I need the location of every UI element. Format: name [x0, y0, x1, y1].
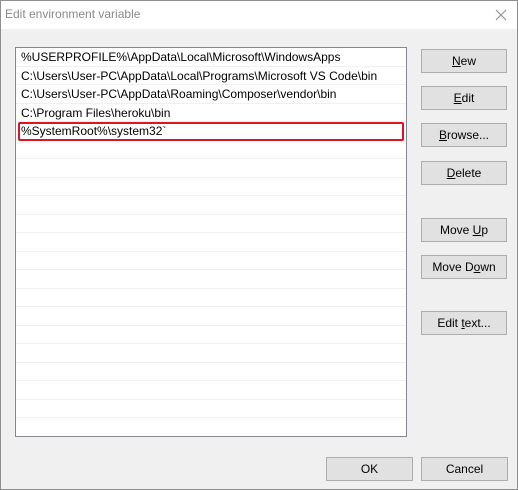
empty-row[interactable]	[16, 344, 406, 363]
empty-row[interactable]	[16, 289, 406, 307]
title-bar: Edit environment variable	[1, 1, 517, 29]
edit-button-label-post: dit	[461, 91, 475, 105]
edit-text-button[interactable]: Edit text...	[421, 311, 507, 335]
empty-row[interactable]	[16, 141, 406, 159]
move-down-button-label-post: wn	[480, 260, 496, 274]
empty-row[interactable]	[16, 215, 406, 233]
close-button[interactable]	[485, 1, 517, 29]
empty-row[interactable]	[16, 159, 406, 178]
edit-text-button-label-post: ext...	[464, 316, 491, 330]
cancel-button[interactable]: Cancel	[421, 457, 508, 481]
move-down-button-label-pre: Move D	[432, 260, 474, 274]
browse-button[interactable]: Browse...	[421, 123, 507, 147]
empty-row[interactable]	[16, 252, 406, 270]
empty-row[interactable]	[16, 418, 406, 436]
list-item[interactable]: C:\Program Files\heroku\bin	[16, 104, 406, 122]
empty-row[interactable]	[16, 307, 406, 326]
delete-button-access-key: D	[446, 166, 456, 180]
delete-button[interactable]: Delete	[421, 161, 507, 185]
list-item[interactable]: C:\Users\User-PC\AppData\Local\Programs\…	[16, 67, 406, 85]
new-button-label-post: ew	[460, 54, 476, 68]
browse-button-label-post: rowse...	[447, 128, 490, 142]
edit-text-button-label-pre: Edit	[437, 316, 462, 330]
move-up-button-label-post: p	[481, 223, 489, 237]
list-item-editing[interactable]: %SystemRoot%\system32`	[18, 122, 404, 141]
edit-button-access-key: E	[453, 91, 462, 105]
empty-row[interactable]	[16, 178, 406, 196]
list-item[interactable]: %USERPROFILE%\AppData\Local\Microsoft\Wi…	[16, 48, 406, 67]
empty-row[interactable]	[16, 326, 406, 344]
path-list[interactable]: %USERPROFILE%\AppData\Local\Microsoft\Wi…	[15, 47, 407, 437]
close-icon	[495, 9, 507, 21]
list-item[interactable]: C:\Users\User-PC\AppData\Roaming\Compose…	[16, 85, 406, 104]
new-button[interactable]: New	[421, 49, 507, 73]
move-up-button-label-pre: Move	[439, 223, 473, 237]
edit-button[interactable]: Edit	[421, 86, 507, 110]
move-down-button[interactable]: Move Down	[421, 255, 507, 279]
move-up-button[interactable]: Move Up	[421, 218, 507, 242]
empty-row[interactable]	[16, 363, 406, 381]
ok-button[interactable]: OK	[326, 457, 413, 481]
browse-button-access-key: B	[438, 128, 447, 142]
empty-row[interactable]	[16, 196, 406, 215]
empty-row[interactable]	[16, 233, 406, 252]
empty-row[interactable]	[16, 400, 406, 418]
empty-row[interactable]	[16, 270, 406, 289]
new-button-access-key: N	[451, 54, 461, 68]
empty-row[interactable]	[16, 381, 406, 400]
edit-environment-variable-dialog: Edit environment variable %USERPROFILE%\…	[0, 0, 518, 490]
window-title: Edit environment variable	[5, 7, 141, 21]
delete-button-label-post: elete	[455, 166, 482, 180]
